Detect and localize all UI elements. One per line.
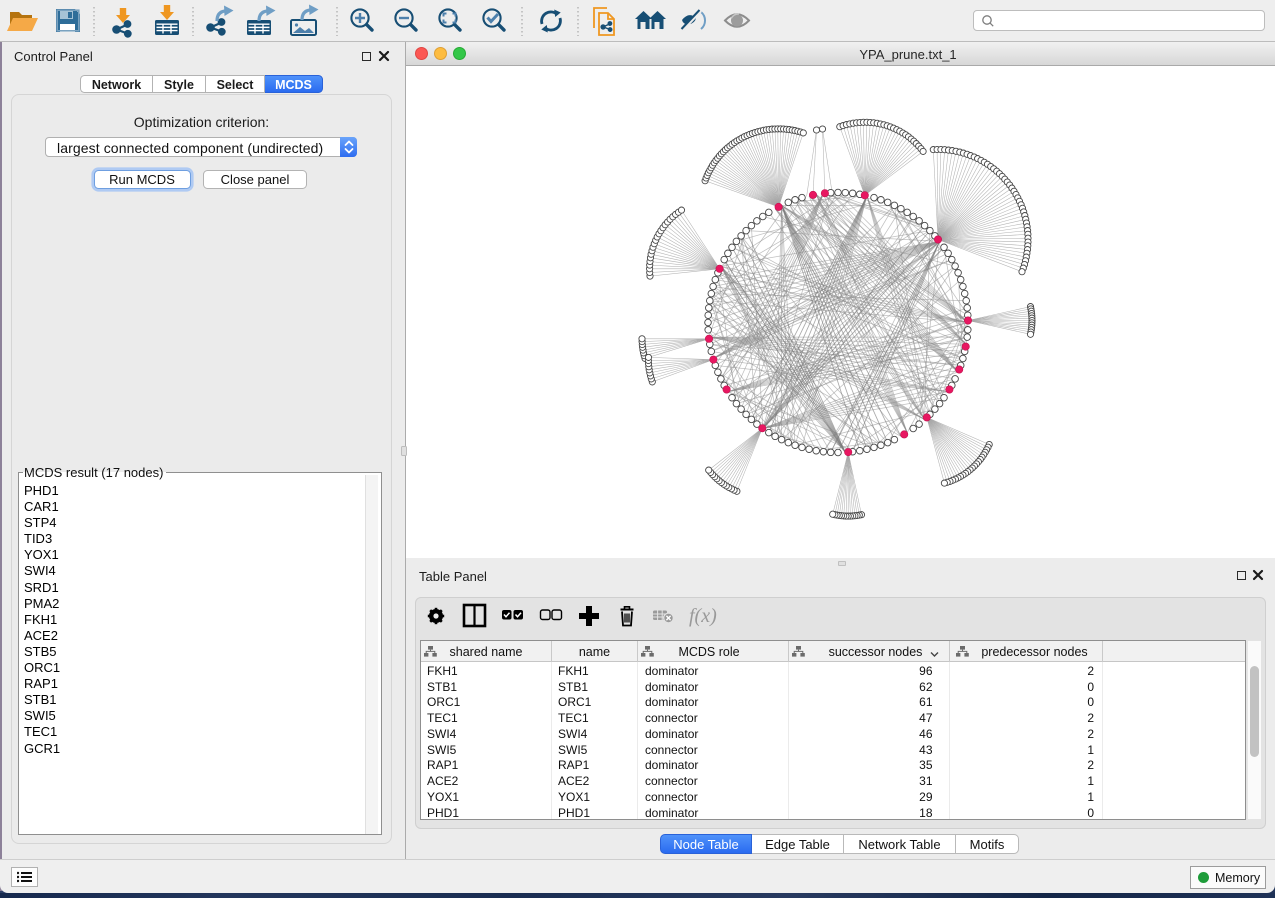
svg-text:f(x): f(x)	[689, 605, 717, 627]
